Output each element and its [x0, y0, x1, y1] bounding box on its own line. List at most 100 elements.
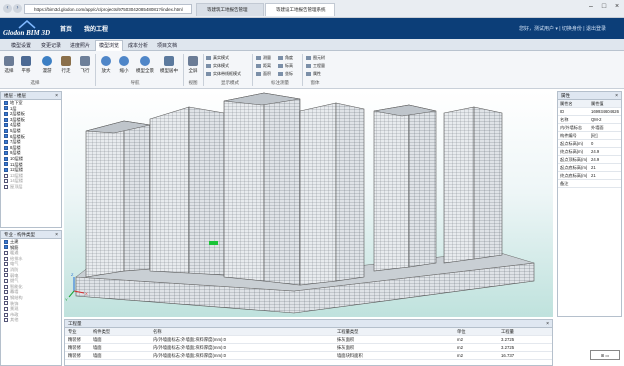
tree-item-label: 9层楼 [10, 150, 21, 156]
menu-cost-analysis[interactable]: 成本分析 [125, 41, 151, 50]
checkbox[interactable] [4, 184, 8, 189]
property-row: ID 169934604626 [558, 108, 621, 116]
checkbox[interactable] [4, 179, 8, 184]
zoom-out-button[interactable]: 缩小 [117, 56, 131, 78]
checkbox[interactable] [4, 112, 8, 117]
checkbox[interactable] [4, 145, 8, 150]
render-real-mode[interactable]: 真实模式 [206, 55, 229, 61]
property-name: 起点标高(m) [560, 141, 584, 146]
coordinate-item[interactable]: 坐标 [278, 71, 293, 77]
menu-change-log[interactable]: 变更记录 [38, 41, 64, 50]
nav-my-projects[interactable]: 我的工程 [84, 24, 108, 33]
tree-item-label: 5层楼 [10, 127, 21, 133]
minimap-icon[interactable]: ⊞ ▭ [590, 350, 620, 360]
properties-item[interactable]: 属性 [306, 71, 321, 77]
walk-button[interactable]: 行走 [59, 56, 73, 78]
center-model-button[interactable]: 模型居中 [158, 56, 180, 78]
property-row: 内/外墙标志 外墙面 [558, 124, 621, 132]
ribbon-separator [95, 54, 96, 86]
distance-item[interactable]: 距离 [256, 63, 271, 69]
checkbox[interactable] [4, 168, 8, 173]
checkbox[interactable] [4, 117, 8, 122]
angle-item[interactable]: 角度 [278, 55, 293, 61]
checkbox[interactable] [4, 128, 8, 133]
element-tree-item[interactable]: 图元树 [306, 55, 325, 61]
menu-progress-photos[interactable]: 进度照片 [67, 41, 93, 50]
checkbox[interactable] [4, 173, 8, 178]
table-row[interactable]: 精装修 墙面 内/外墙面标志:外墙面;块料厚度(mm):0 抹灰面积 m2 3.2725 [65, 336, 552, 344]
checkbox[interactable] [4, 162, 8, 167]
checkbox[interactable] [4, 312, 8, 317]
zoom-all-button[interactable]: 模型全景 [135, 56, 155, 78]
menu-model-settings[interactable]: 模型设置 [8, 41, 34, 50]
close-icon[interactable]: × [55, 231, 58, 239]
nav-home[interactable]: 首页 [60, 24, 72, 33]
forward-icon[interactable]: › [13, 4, 22, 13]
checkbox[interactable] [4, 245, 8, 250]
close-icon[interactable]: × [615, 92, 618, 100]
property-value: 24.9 [591, 157, 600, 162]
checkbox[interactable] [4, 151, 8, 156]
tree-item-label: 11层楼 [10, 161, 23, 167]
browser-tab-active[interactable]: 等建设工地报告管理系统 [265, 3, 335, 16]
table-cell: 精装修 [68, 337, 81, 342]
checkbox[interactable] [4, 100, 8, 105]
maximize-icon[interactable]: □ [598, 2, 610, 12]
back-icon[interactable]: ‹ [3, 4, 12, 13]
checkbox[interactable] [4, 318, 8, 323]
tree-item[interactable]: 屋顶层 [4, 184, 61, 190]
user-menu[interactable]: 您好，测试用户 ▾ | 切换身份 | 退出登录 [519, 25, 606, 32]
checkbox[interactable] [4, 307, 8, 312]
checkbox[interactable] [4, 284, 8, 289]
checkbox[interactable] [4, 140, 8, 145]
checkbox[interactable] [4, 239, 8, 244]
checkbox[interactable] [4, 279, 8, 284]
render-wireframe-mode[interactable]: 实体带线框模式 [206, 71, 241, 77]
render-solid-mode[interactable]: 实体模式 [206, 63, 229, 69]
checkbox[interactable] [4, 290, 8, 295]
close-icon[interactable]: × [546, 320, 549, 328]
address-bar[interactable]: https://bim3d.glodon.com/app/c/c/project… [24, 4, 192, 14]
close-icon[interactable]: × [55, 92, 58, 100]
measure-item[interactable]: 测量 [256, 55, 271, 61]
close-icon[interactable]: × [611, 2, 623, 12]
zoom-extent-icon [140, 56, 150, 66]
checkbox[interactable] [4, 301, 8, 306]
elevation-item[interactable]: 标高 [278, 63, 293, 69]
fly-button[interactable]: 飞行 [78, 56, 92, 78]
checkbox[interactable] [4, 273, 8, 278]
checkbox[interactable] [4, 134, 8, 139]
group-label-window: 窗体 [310, 80, 320, 85]
tree-item[interactable]: 其他 [4, 317, 61, 323]
browser-tab[interactable]: 等建筑工地报告管理 [196, 3, 264, 16]
pan-button[interactable]: 平移 [19, 56, 33, 78]
checkbox[interactable] [4, 267, 8, 272]
checkbox[interactable] [4, 262, 8, 267]
group-label-view: 视图 [188, 80, 198, 85]
fullscreen-button[interactable]: 全屏 [186, 56, 200, 78]
tree-item-label: 电气 [10, 261, 19, 267]
model-viewport[interactable]: Z X Y [64, 91, 553, 317]
checkbox[interactable] [4, 295, 8, 300]
properties-panel-title: 属性 [561, 93, 570, 98]
quantity-panel: 工程量 × 专业 构件类型 名称 工程量类型 单位 工程量 精装修 墙面 内/外墙面标… [64, 319, 553, 366]
select-button[interactable]: 选择 [2, 56, 16, 78]
menu-project-docs[interactable]: 项目文档 [154, 41, 180, 50]
checkbox[interactable] [4, 123, 8, 128]
selected-element[interactable] [209, 241, 218, 245]
minimize-icon[interactable]: – [585, 2, 597, 12]
checkbox[interactable] [4, 156, 8, 161]
checkbox[interactable] [4, 256, 8, 261]
area-item[interactable]: 面积 [256, 71, 271, 77]
table-row[interactable]: 精装修 墙面 内/外墙面标志:外墙面;块料厚度(mm):0 抹灰面积 m2 3.2725 [65, 344, 552, 352]
logo-text: Glodon BIM 3D [3, 29, 51, 37]
table-row[interactable]: 精装修 墙面 内/外墙面标志:外墙面;块料厚度(mm):0 墙面块料面积 m2 16.73… [65, 352, 552, 360]
table-cell: 内/外墙面标志:外墙面;块料厚度(mm):0 [153, 337, 227, 342]
zoom-in-button[interactable]: 放大 [99, 56, 113, 78]
tree-item-label: 6层楼板 [10, 133, 25, 139]
roam-button[interactable]: 漫游 [40, 56, 54, 78]
checkbox[interactable] [4, 251, 8, 256]
quantity-item[interactable]: 工程量 [306, 63, 325, 69]
menu-model-browse[interactable]: 模型浏览 [95, 40, 124, 51]
checkbox[interactable] [4, 106, 8, 111]
